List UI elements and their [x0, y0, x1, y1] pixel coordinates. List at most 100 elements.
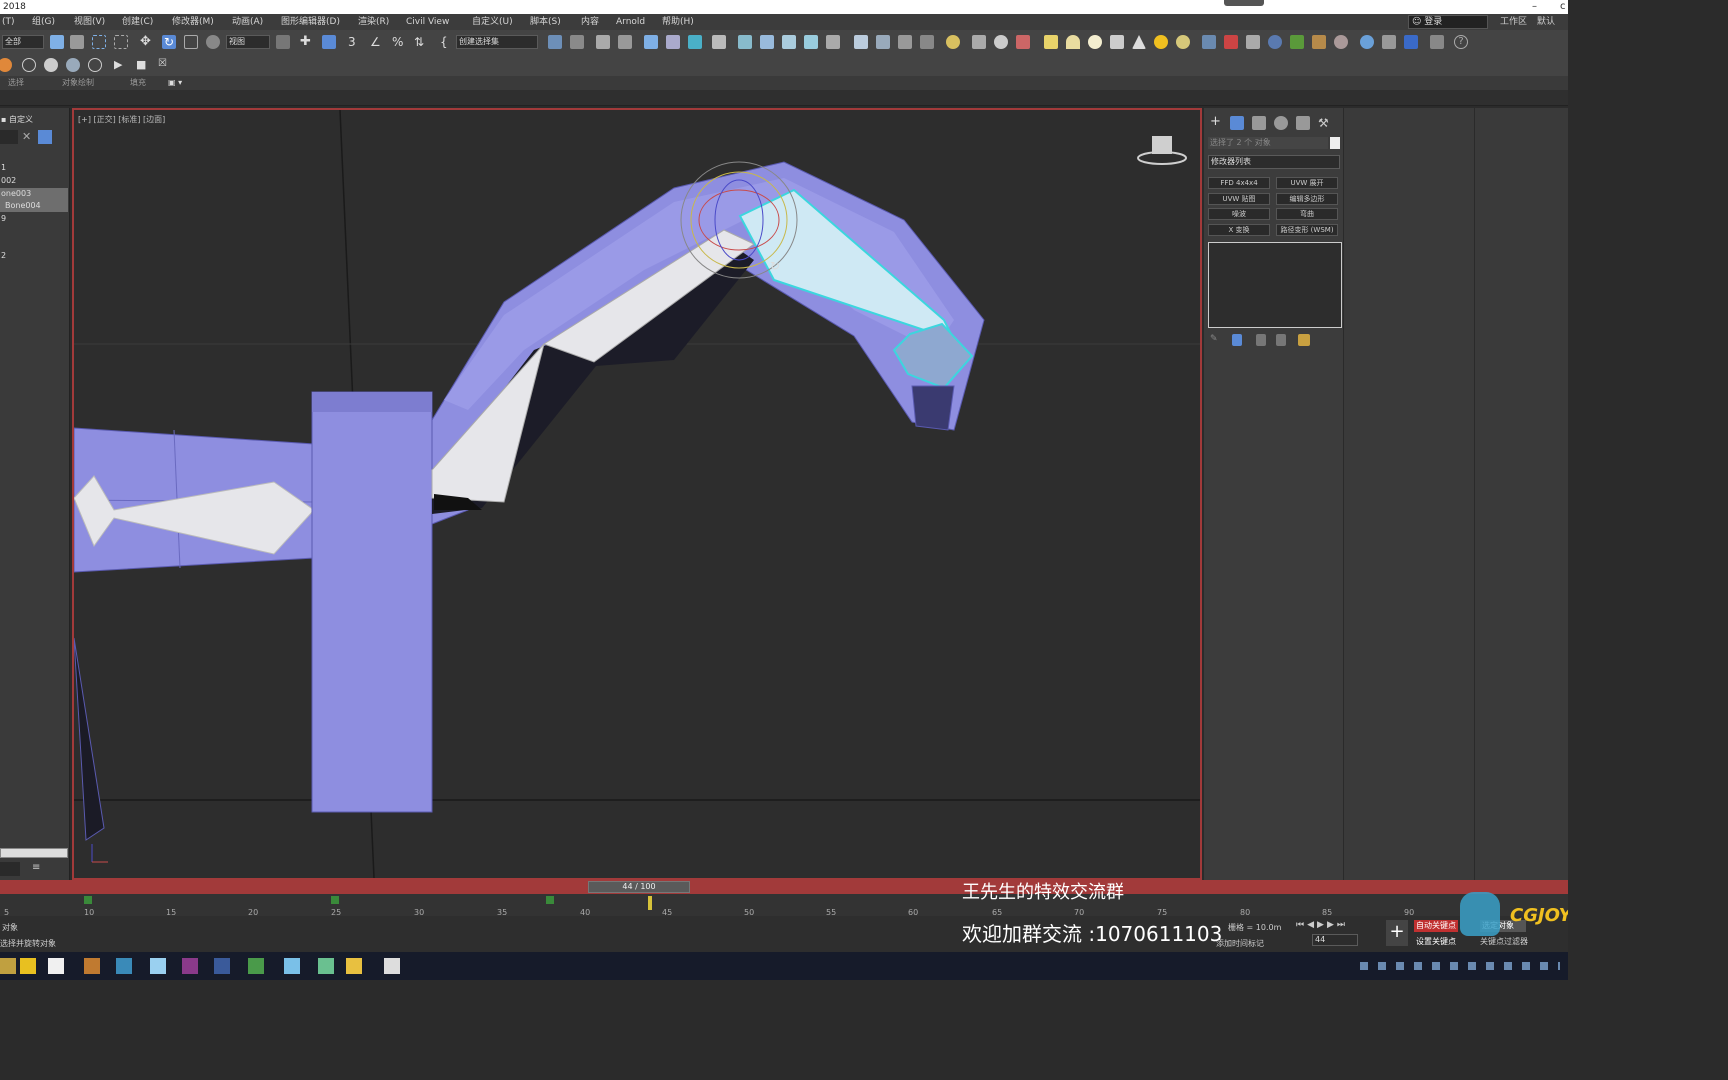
dope-sheet-icon[interactable]	[66, 58, 80, 72]
arnold-light-icon[interactable]	[946, 35, 960, 49]
taskbar-app-icon[interactable]	[116, 958, 132, 974]
keyframe-marker[interactable]	[331, 896, 339, 904]
time-slider-track[interactable]: 44 / 100	[0, 880, 1568, 894]
area-light-icon[interactable]	[1044, 35, 1058, 49]
rectangle-selection-icon[interactable]	[92, 35, 106, 49]
display-tab-icon[interactable]	[1296, 116, 1310, 130]
auto-key-button[interactable]: 自动关键点	[1414, 920, 1458, 932]
list-item[interactable]: 1	[0, 162, 68, 174]
angle-snap-icon[interactable]: ∠	[370, 35, 384, 49]
point-light-icon[interactable]	[1088, 35, 1102, 49]
select-object-icon[interactable]	[50, 35, 64, 49]
render-iterative-icon[interactable]	[804, 35, 818, 49]
filter-icon[interactable]	[38, 130, 52, 144]
brush-icon[interactable]	[0, 58, 12, 72]
keyframe-marker[interactable]	[84, 896, 92, 904]
menu-item-content[interactable]: 内容	[581, 14, 599, 30]
taskbar-app-icon[interactable]	[182, 958, 198, 974]
rotate-icon[interactable]: ↻	[162, 35, 176, 49]
close-icon[interactable]: ✕	[22, 130, 31, 143]
taskbar-app-icon[interactable]	[318, 958, 334, 974]
minimize-button[interactable]: –	[1532, 0, 1537, 14]
stop-script-icon[interactable]: ■	[136, 58, 150, 72]
named-selection-set-dropdown[interactable]: 创建选择集	[456, 35, 538, 49]
hair-fur-icon[interactable]	[1202, 35, 1216, 49]
list-item[interactable]: one003	[0, 188, 68, 200]
spot-light-icon[interactable]	[1132, 35, 1146, 49]
edit-poly-button[interactable]: 编辑多边形	[1276, 193, 1338, 205]
viewport-label[interactable]: [+] [正交] [标准] [边面]	[78, 114, 165, 125]
toolbar-options-icon[interactable]	[1430, 35, 1444, 49]
spinner-snap-icon[interactable]: ⇅	[414, 35, 428, 49]
keyframe-marker[interactable]	[546, 896, 554, 904]
scene-converter-icon[interactable]	[1382, 35, 1396, 49]
show-end-result-icon[interactable]	[1232, 334, 1242, 346]
rendered-frame-icon[interactable]	[760, 35, 774, 49]
taskbar-app-icon[interactable]	[48, 958, 64, 974]
noise-button[interactable]: 噪波	[1208, 208, 1270, 220]
menu-item-customize[interactable]: 自定义(U)	[472, 14, 513, 30]
sun-light-icon[interactable]	[1154, 35, 1168, 49]
toggle-ribbon-icon[interactable]	[644, 35, 658, 49]
schematic-view-icon[interactable]	[688, 35, 702, 49]
bend-button[interactable]: 弯曲	[1276, 208, 1338, 220]
help-icon[interactable]: ?	[1454, 35, 1468, 49]
ribbon-toggle-icon[interactable]: ▣ ▾	[168, 76, 182, 90]
pivot-center-icon[interactable]	[276, 35, 290, 49]
time-slider[interactable]: 44 / 100	[588, 881, 690, 893]
taskbar-app-icon[interactable]	[20, 958, 36, 974]
taskbar-app-icon[interactable]	[384, 958, 400, 974]
scene-explorer-tab[interactable]: 自定义	[9, 115, 33, 124]
modifier-list-dropdown[interactable]: 修改器列表	[1208, 155, 1340, 169]
menu-item-animation[interactable]: 动画(A)	[232, 14, 263, 30]
arnold-sky-icon[interactable]	[994, 35, 1008, 49]
placement-icon[interactable]	[206, 35, 220, 49]
playback-controls[interactable]: ⏮◀▶▶⏭	[1296, 920, 1348, 930]
scene-explorer-icon[interactable]	[596, 35, 610, 49]
mass-fx-icon[interactable]	[1268, 35, 1282, 49]
menu-item-views[interactable]: 视图(V)	[74, 14, 105, 30]
percent-snap-icon[interactable]: %	[392, 35, 406, 49]
remove-modifier-icon[interactable]	[1276, 334, 1286, 346]
globe-icon[interactable]	[1360, 35, 1374, 49]
menu-item-rendering[interactable]: 渲染(R)	[358, 14, 389, 30]
system-tray[interactable]	[1360, 962, 1560, 970]
sphere-grid-icon[interactable]	[88, 58, 102, 72]
move-icon[interactable]: ✥	[140, 35, 154, 49]
menu-item-scripting[interactable]: 脚本(S)	[530, 14, 561, 30]
ribbon-tab-object-paint[interactable]: 对象绘制	[62, 76, 94, 90]
object-color-swatch[interactable]	[1330, 137, 1340, 149]
snap-toggle-icon[interactable]: 3	[348, 35, 362, 49]
list-item[interactable]	[0, 226, 68, 238]
taskbar-app-icon[interactable]	[0, 958, 16, 974]
layers-icon[interactable]: ≡	[32, 862, 40, 873]
window-crossing-icon[interactable]	[114, 35, 128, 49]
teapot-icon[interactable]	[854, 35, 868, 49]
ribbon-tab-populate[interactable]: 填充	[130, 76, 146, 90]
workspace-dropdown[interactable]: 默认	[1537, 14, 1555, 30]
list-item[interactable]: Bone004	[0, 200, 68, 212]
menu-item-arnold[interactable]: Arnold	[616, 14, 645, 30]
explorer-search-field[interactable]	[0, 130, 18, 144]
material-editor-icon[interactable]	[712, 35, 726, 49]
arnold-view-icon[interactable]	[898, 35, 912, 49]
close-button[interactable]: c	[1560, 0, 1566, 14]
menu-item-tools[interactable]: (T)	[2, 14, 15, 30]
taskbar-app-icon[interactable]	[284, 958, 300, 974]
ffd-button[interactable]: FFD 4x4x4	[1208, 177, 1270, 189]
current-frame-marker[interactable]	[648, 896, 652, 910]
cat-icon[interactable]	[1290, 35, 1304, 49]
particle-flow-icon[interactable]	[1224, 35, 1238, 49]
selection-info-field[interactable]: 选择了 2 个 对象	[1208, 137, 1328, 149]
ribbon-tab-selection[interactable]: 选择	[8, 76, 24, 90]
menu-item-graph-editors[interactable]: 图形编辑器(D)	[281, 14, 340, 30]
selection-filter-dropdown[interactable]: 全部	[2, 35, 44, 49]
modifier-stack[interactable]	[1208, 242, 1342, 328]
scale-icon[interactable]	[184, 35, 198, 49]
explorer-layer-field[interactable]	[0, 862, 20, 876]
vray-icon[interactable]	[1404, 35, 1418, 49]
motion-tab-icon[interactable]	[1274, 116, 1288, 130]
hierarchy-tab-icon[interactable]	[1252, 116, 1266, 130]
reference-coordinate-dropdown[interactable]: 视图	[226, 35, 270, 49]
list-item[interactable]: 2	[0, 250, 68, 262]
